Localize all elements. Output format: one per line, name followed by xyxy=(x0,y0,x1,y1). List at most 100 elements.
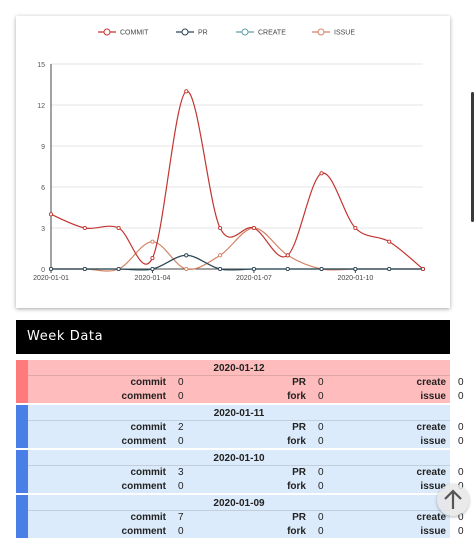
data-point-pr xyxy=(319,266,324,272)
stat-value-fork: 0 xyxy=(318,391,324,402)
series-line-create xyxy=(51,254,423,271)
day-divider xyxy=(28,510,450,511)
y-tick-label: 6 xyxy=(41,185,45,192)
day-date: 2020-01-10 xyxy=(213,453,265,464)
day-stats-panel: 2020-01-10 commit 3 comment 0 PR 0 fork 0 create 0… xyxy=(28,450,464,493)
week-day-row: 2020-01-11 commit 2 comment 0 PR 0 fork 0 create 0… xyxy=(16,405,464,448)
data-point-commit xyxy=(353,225,358,231)
x-tick-label: 2020-01-07 xyxy=(236,275,272,282)
stat-label-issue: issue xyxy=(420,391,446,402)
day-stats-panel: 2020-01-11 commit 2 comment 0 PR 0 fork 0 create 0… xyxy=(28,405,464,448)
stat-value-commit: 2 xyxy=(178,422,184,433)
data-point-issue xyxy=(184,266,189,272)
legend-label-pr: PR xyxy=(198,30,208,37)
stat-label-commit: commit xyxy=(130,422,166,433)
week-data-header: Week Data xyxy=(16,320,450,354)
y-tick-label: 0 xyxy=(41,267,45,274)
legend-label-create: CREATE xyxy=(258,30,286,37)
stat-label-issue: issue xyxy=(420,436,446,447)
week-day-row: 2020-01-10 commit 3 comment 0 PR 0 fork 0 create 0… xyxy=(16,450,464,493)
data-point-pr xyxy=(387,266,392,272)
stat-value-pr: 0 xyxy=(318,512,324,523)
day-date: 2020-01-12 xyxy=(213,363,265,374)
x-tick-label: 2020-01-01 xyxy=(33,275,69,282)
stat-value-pr: 0 xyxy=(318,377,324,388)
stat-value-create: 0 xyxy=(458,467,464,478)
data-point-commit xyxy=(116,225,121,231)
stat-label-create: create xyxy=(416,377,446,388)
stat-value-comment: 0 xyxy=(178,481,184,492)
data-point-pr xyxy=(285,266,290,272)
y-tick-label: 15 xyxy=(37,62,45,69)
stat-label-fork: fork xyxy=(287,391,306,402)
day-stats-panel: 2020-01-12 commit 0 comment 0 PR 0 fork 0 create 0… xyxy=(28,360,464,403)
legend-marker xyxy=(103,28,111,36)
x-tick-label: 2020-01-10 xyxy=(337,275,373,282)
legend-marker xyxy=(241,28,249,36)
data-point-commit xyxy=(420,266,426,272)
data-point-pr xyxy=(116,266,121,272)
data-point-commit xyxy=(48,212,54,217)
stat-value-commit: 0 xyxy=(178,377,184,388)
stat-value-commit: 3 xyxy=(178,467,184,478)
week-day-list: 2020-01-12 commit 0 comment 0 PR 0 fork 0 create 0… xyxy=(16,360,464,540)
day-divider xyxy=(28,465,450,466)
stat-label-create: create xyxy=(416,422,446,433)
data-point-pr xyxy=(251,266,256,272)
data-point-commit xyxy=(251,225,256,231)
x-tick-label: 2020-01-04 xyxy=(135,275,171,282)
activity-line-chart: 0 3 6 9 12 15 2020-01-01 2020-01-04 2020-01-07 20… xyxy=(33,28,426,282)
stat-value-create: 0 xyxy=(458,422,464,433)
stat-label-pr: PR xyxy=(292,512,306,523)
day-date: 2020-01-11 xyxy=(213,408,265,419)
arrow-up-icon xyxy=(444,489,462,509)
series-line-commit xyxy=(50,90,424,270)
data-point-pr xyxy=(353,266,358,272)
data-point-commit xyxy=(387,239,392,244)
stat-label-fork: fork xyxy=(287,481,306,492)
stat-label-comment: comment xyxy=(121,391,166,402)
stat-label-commit: commit xyxy=(130,512,166,523)
data-point-commit xyxy=(82,225,87,231)
data-point-commit xyxy=(319,171,324,176)
stat-label-commit: commit xyxy=(130,467,166,478)
scroll-to-top-button[interactable] xyxy=(437,484,469,516)
data-point-issue xyxy=(150,239,155,244)
legend-marker xyxy=(317,28,325,36)
stat-value-fork: 0 xyxy=(318,436,324,447)
stat-label-pr: PR xyxy=(292,422,306,433)
day-accent-bar xyxy=(16,450,28,493)
stat-label-pr: PR xyxy=(292,467,306,478)
day-accent-bar xyxy=(16,405,28,448)
day-divider xyxy=(28,375,450,376)
y-tick-label: 12 xyxy=(37,103,45,110)
data-point-pr xyxy=(184,253,189,258)
stat-value-create: 0 xyxy=(458,377,464,388)
stat-value-comment: 0 xyxy=(178,436,184,447)
data-point-commit xyxy=(285,253,290,258)
y-tick-label: 3 xyxy=(41,226,45,233)
stat-value-commit: 7 xyxy=(178,512,184,523)
stat-label-comment: comment xyxy=(121,436,166,447)
data-point-commit xyxy=(184,89,189,94)
activity-chart-card: 0 3 6 9 12 15 2020-01-01 2020-01-04 2020-01-07 20… xyxy=(16,16,450,308)
legend-label-issue: ISSUE xyxy=(334,30,355,37)
week-day-row: 2020-01-12 commit 0 comment 0 PR 0 fork 0 create 0… xyxy=(16,360,464,403)
stat-value-fork: 0 xyxy=(318,481,324,492)
stat-value-issue: 0 xyxy=(458,436,464,447)
series-line-pr xyxy=(51,254,423,271)
day-accent-bar xyxy=(16,360,28,403)
data-point-issue xyxy=(218,253,223,258)
data-point-pr xyxy=(218,266,223,272)
stat-label-fork: fork xyxy=(287,436,306,447)
day-date: 2020-01-09 xyxy=(213,498,265,509)
data-point-pr xyxy=(48,266,54,272)
stat-label-comment: comment xyxy=(121,481,166,492)
page-scrollbar[interactable] xyxy=(471,92,474,222)
stat-value-comment: 0 xyxy=(178,391,184,402)
y-tick-label: 9 xyxy=(41,144,45,151)
legend-label-commit: COMMIT xyxy=(120,30,149,37)
data-point-commit xyxy=(150,256,155,261)
stat-value-issue: 0 xyxy=(458,391,464,402)
legend-marker xyxy=(181,28,189,36)
